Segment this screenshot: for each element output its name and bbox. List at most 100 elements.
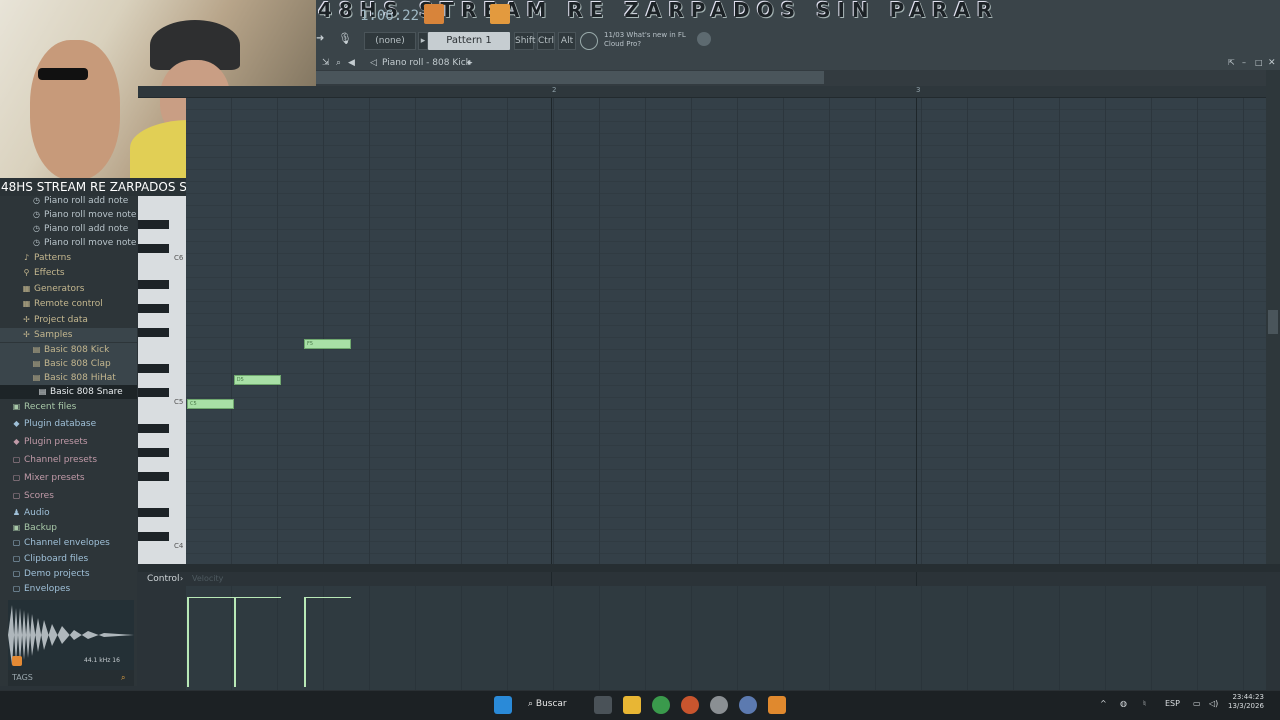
play-pattern-icon[interactable]: ▸ xyxy=(418,32,428,50)
sample-item-selected[interactable]: ▤ Basic 808 Snare xyxy=(0,385,137,399)
root-clipboard-files[interactable]: ▢ Clipboard files xyxy=(0,552,137,566)
note-block[interactable]: D5 xyxy=(233,375,281,385)
search-icon[interactable]: ⌕ xyxy=(336,56,341,70)
channel-icon[interactable]: ◁ xyxy=(370,56,377,70)
root-plugin-presets[interactable]: ◆ Plugin presets xyxy=(0,435,137,449)
chevron-right-icon[interactable]: ▸ xyxy=(468,56,473,70)
search-icon[interactable]: ⌕ xyxy=(121,670,125,686)
pattern-selector[interactable]: Pattern 1 xyxy=(428,32,510,50)
root-backup[interactable]: ▣ Backup xyxy=(0,521,137,535)
velocity-bar[interactable] xyxy=(304,597,306,687)
tags-bar[interactable]: TAGS ⌕ xyxy=(8,670,134,686)
black-key[interactable] xyxy=(138,304,169,313)
chevron-up-icon[interactable]: ^ xyxy=(1100,699,1107,708)
sample-waveform[interactable]: 44.1 kHz 16 xyxy=(8,600,134,670)
detach-icon[interactable]: ⇱ xyxy=(1228,56,1235,70)
black-key[interactable] xyxy=(138,472,169,481)
network-icon[interactable]: ▭ xyxy=(1193,699,1201,708)
root-mixer-presets[interactable]: ▢ Mixer presets xyxy=(0,471,137,485)
root-channel-presets[interactable]: ▢ Channel presets xyxy=(0,453,137,467)
app-icon[interactable] xyxy=(739,696,757,714)
timeline-ruler[interactable]: 2 3 xyxy=(138,86,1266,98)
plus-icon: ✢ xyxy=(23,315,30,324)
category-remote-control[interactable]: ▦ Remote control xyxy=(0,297,137,311)
category-patterns[interactable]: ♪ Patterns xyxy=(0,251,137,265)
arrow-right-icon[interactable]: ➜ xyxy=(316,33,328,47)
black-key[interactable] xyxy=(138,508,169,517)
clock-icon: ◷ xyxy=(33,196,40,205)
root-demo-projects[interactable]: ▢ Demo projects xyxy=(0,567,137,581)
undo-item[interactable]: ◷ Piano roll add note xyxy=(0,222,137,236)
sample-item[interactable]: ▤ Basic 808 Kick xyxy=(0,343,137,357)
shield-icon[interactable]: ◍ xyxy=(1120,699,1127,708)
news-index: 11/03 xyxy=(604,31,625,39)
vertical-scroll-thumb[interactable] xyxy=(1268,310,1278,334)
sample-item[interactable]: ▤ Basic 808 HiHat xyxy=(0,371,137,385)
undo-item[interactable]: ◷ Piano roll move note xyxy=(0,208,137,222)
microphone-icon[interactable]: ♮ xyxy=(1143,699,1146,708)
category-effects[interactable]: ⚲ Effects xyxy=(0,266,137,280)
note-grid[interactable] xyxy=(186,98,1266,564)
maximize-icon[interactable]: □ xyxy=(1255,56,1263,70)
category-generators[interactable]: ▦ Generators xyxy=(0,282,137,296)
note-block[interactable]: C5 xyxy=(187,399,234,409)
category-project-data[interactable]: ✢ Project data xyxy=(0,313,137,327)
obs-icon[interactable] xyxy=(710,696,728,714)
black-key[interactable] xyxy=(138,388,169,397)
horizontal-scroll-thumb[interactable] xyxy=(316,71,824,84)
chrome-profile-icon[interactable] xyxy=(681,696,699,714)
chrome-icon[interactable] xyxy=(652,696,670,714)
control-label[interactable]: Control xyxy=(147,574,180,584)
language-indicator[interactable]: ESP xyxy=(1165,699,1180,708)
velocity-bar[interactable] xyxy=(187,597,189,687)
none-select[interactable]: (none) xyxy=(364,32,416,50)
root-envelopes[interactable]: ▢ Envelopes xyxy=(0,582,137,596)
record-icon[interactable] xyxy=(424,4,444,24)
speaker-icon[interactable]: ◀ xyxy=(348,56,355,70)
black-key[interactable] xyxy=(138,448,169,457)
black-key[interactable] xyxy=(138,364,169,373)
black-key[interactable] xyxy=(138,424,169,433)
cloud-icon[interactable] xyxy=(697,32,711,46)
alt-button[interactable]: Alt xyxy=(558,32,576,50)
arrow-icon[interactable]: ⇲ xyxy=(322,56,330,70)
black-key[interactable] xyxy=(138,532,169,541)
root-plugin-database[interactable]: ◆ Plugin database xyxy=(0,417,137,431)
minimize-icon[interactable]: – xyxy=(1242,56,1246,70)
undo-item[interactable]: ◷ Piano roll add note xyxy=(0,194,137,208)
fl-studio-icon[interactable] xyxy=(768,696,786,714)
news-panel[interactable]: 11/03 What's new in FL Cloud Pro? xyxy=(604,31,686,49)
shift-button[interactable]: Shift xyxy=(514,32,535,50)
category-samples[interactable]: ✢ Samples xyxy=(0,328,137,342)
chevron-right-icon[interactable]: › xyxy=(180,574,183,583)
microphone-icon[interactable]: 🎙 xyxy=(338,32,352,48)
metronome-icon[interactable] xyxy=(490,4,510,24)
task-view-icon[interactable] xyxy=(594,696,612,714)
black-key[interactable] xyxy=(138,280,169,289)
sample-item[interactable]: ▤ Basic 808 Clap xyxy=(0,357,137,371)
black-key[interactable] xyxy=(138,220,169,229)
root-audio[interactable]: ♟ Audio xyxy=(0,506,137,520)
black-key[interactable] xyxy=(138,244,169,253)
undo-item[interactable]: ◷ Piano roll move note xyxy=(0,236,137,250)
root-scores[interactable]: ▢ Scores xyxy=(0,489,137,503)
gear-icon[interactable] xyxy=(580,32,598,50)
control-lane-divider[interactable] xyxy=(138,564,1280,572)
taskbar-clock[interactable]: 23:44:23 13/3/2026 xyxy=(1228,693,1264,711)
wave-icon: ▤ xyxy=(32,345,41,354)
ctrl-button[interactable]: Ctrl xyxy=(537,32,555,50)
note-block[interactable]: F5 xyxy=(304,339,351,349)
play-sample-icon[interactable] xyxy=(12,656,22,666)
song-position: 1:06:22 xyxy=(360,8,420,24)
velocity-lane[interactable] xyxy=(186,586,1266,690)
close-icon[interactable]: ✕ xyxy=(1268,56,1276,70)
volume-icon[interactable]: ◁) xyxy=(1209,699,1218,708)
piano-keyboard[interactable]: C6 C5 C4 xyxy=(138,196,186,564)
taskbar-search[interactable]: ⌕ Buscar xyxy=(528,694,582,714)
windows-start-icon[interactable] xyxy=(494,696,512,714)
velocity-bar[interactable] xyxy=(233,597,236,687)
file-explorer-icon[interactable] xyxy=(623,696,641,714)
black-key[interactable] xyxy=(138,328,169,337)
root-channel-envelopes[interactable]: ▢ Channel envelopes xyxy=(0,536,137,550)
root-recent-files[interactable]: ▣ Recent files xyxy=(0,400,137,414)
